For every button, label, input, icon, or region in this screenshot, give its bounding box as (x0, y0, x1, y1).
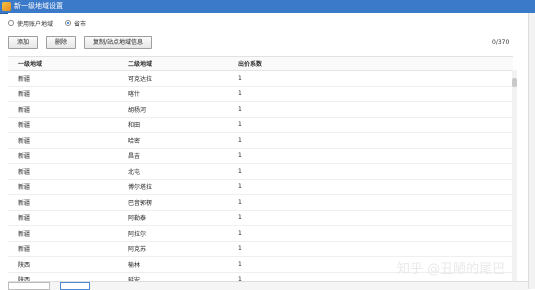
table-row[interactable]: 新疆 阿勒泰 1 (8, 211, 513, 226)
window-edge (528, 13, 535, 289)
table-row[interactable]: 新疆 阿克苏 1 (8, 242, 513, 257)
table-row[interactable]: 新疆 和田 1 (8, 118, 513, 133)
cell-level1: 新疆 (18, 230, 31, 238)
vertical-scrollbar[interactable] (512, 70, 517, 286)
cell-level1: 新疆 (18, 106, 31, 114)
cell-level2: 阿勒泰 (128, 215, 147, 223)
cell-bid-factor[interactable]: 1 (238, 199, 338, 206)
cell-level2: 阿克苏 (128, 246, 147, 254)
cell-level2: 昌吉 (128, 153, 141, 161)
table-row[interactable]: 新疆 巴音郭楞 1 (8, 195, 513, 211)
cell-level2: 榆林 (128, 261, 141, 269)
radio-account-region-label[interactable]: 使用账户地域 (17, 19, 53, 28)
table-row[interactable]: 新疆 喀什 1 (8, 87, 513, 102)
cell-bid-factor[interactable]: 1 (238, 261, 338, 268)
header-level1-region[interactable]: 一级地域 (8, 59, 128, 68)
app-icon (2, 2, 11, 11)
cell-level1: 新疆 (18, 137, 31, 145)
cell-level2: 巴音郭楞 (128, 199, 153, 207)
cell-bid-factor[interactable]: 1 (238, 75, 338, 82)
toolbar: 添加 删除 复制/站点地域信息 (8, 36, 153, 50)
cell-level1: 新疆 (18, 215, 31, 223)
radio-province-city[interactable] (65, 20, 72, 26)
watermark: 知乎 @丑陋的尾巴 (397, 262, 506, 277)
add-button[interactable]: 添加 (8, 36, 39, 49)
item-counter: 0/370 (492, 39, 510, 46)
cell-level1: 新疆 (18, 184, 31, 192)
cell-bid-factor[interactable]: 1 (238, 245, 338, 252)
cell-level2: 可克达拉 (128, 75, 153, 83)
copy-region-button[interactable]: 复制/站点地域信息 (84, 36, 153, 49)
cell-bid-factor[interactable]: 1 (238, 214, 338, 221)
cell-level1: 陕西 (18, 261, 31, 269)
cell-bid-factor[interactable]: 1 (238, 90, 338, 97)
table-row[interactable]: 新疆 哈密 1 (8, 133, 513, 149)
cell-bid-factor[interactable]: 1 (238, 121, 338, 128)
table-header: 一级地域 二级地域 出价系数 (8, 57, 513, 71)
cell-level1: 新疆 (18, 91, 31, 99)
cell-level2: 博尔塔拉 (128, 184, 153, 192)
window-title: 新一级地域设置 (14, 2, 63, 10)
cell-level1: 新疆 (18, 246, 31, 254)
cell-level1: 新疆 (18, 168, 31, 176)
cell-level2: 北屯 (128, 168, 141, 176)
radio-province-city-label[interactable]: 省市 (74, 19, 86, 28)
window-titlebar: 新一级地域设置 (0, 0, 535, 14)
cell-level2: 胡杨河 (128, 106, 147, 114)
table-row[interactable]: 新疆 北屯 1 (8, 164, 513, 180)
cell-level1: 新疆 (18, 75, 31, 83)
scrollbar-thumb[interactable] (512, 78, 517, 87)
table-row[interactable]: 新疆 胡杨河 1 (8, 102, 513, 118)
cell-level1: 新疆 (18, 153, 31, 161)
cell-bid-factor[interactable]: 1 (238, 137, 338, 144)
header-level2-region[interactable]: 二级地域 (128, 59, 238, 68)
table-row[interactable]: 新疆 博尔塔拉 1 (8, 180, 513, 195)
table-row[interactable]: 新疆 昌吉 1 (8, 149, 513, 164)
region-mode-radio-group: 使用账户地域 省市 (8, 18, 98, 28)
cell-level2: 阿拉尔 (128, 230, 147, 238)
table-row[interactable]: 新疆 可克达拉 1 (8, 71, 513, 87)
delete-button[interactable]: 删除 (46, 36, 77, 49)
region-table: 一级地域 二级地域 出价系数 新疆 可克达拉 1 新疆 喀什 1 新疆 胡杨河 … (8, 56, 513, 287)
radio-account-region[interactable] (8, 20, 14, 26)
cell-level1: 新疆 (18, 122, 31, 130)
cell-level2: 和田 (128, 122, 141, 130)
cell-bid-factor[interactable]: 1 (238, 152, 338, 159)
cell-level1: 新疆 (18, 199, 31, 207)
cell-bid-factor[interactable]: 1 (238, 106, 338, 113)
cell-bid-factor[interactable]: 1 (238, 183, 338, 190)
table-row[interactable]: 新疆 阿拉尔 1 (8, 226, 513, 242)
header-bid-factor[interactable]: 出价系数 (238, 59, 338, 68)
cell-bid-factor[interactable]: 1 (238, 230, 338, 237)
cell-level2: 哈密 (128, 137, 141, 145)
cell-bid-factor[interactable]: 1 (238, 168, 338, 175)
cell-level2: 喀什 (128, 91, 141, 99)
